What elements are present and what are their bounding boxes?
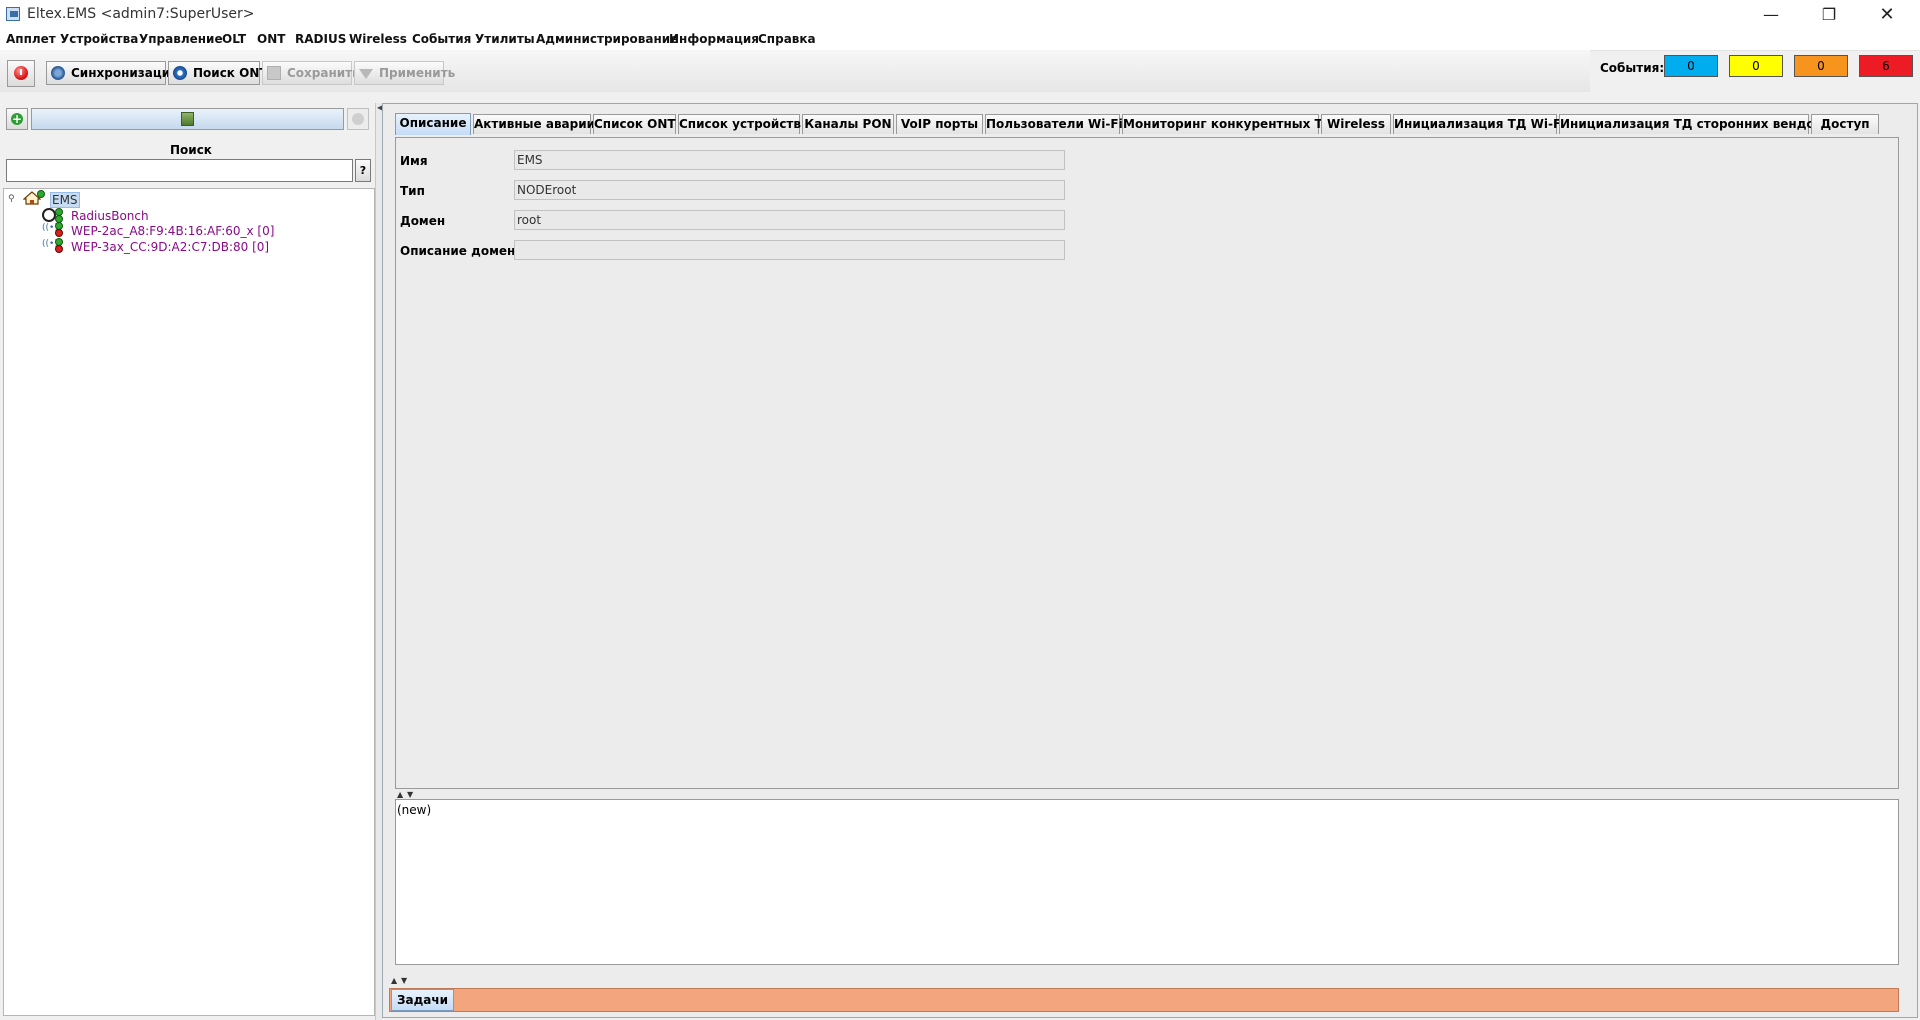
events-label: События: <box>1600 61 1665 75</box>
menu-utilities[interactable]: Утилиты <box>475 32 535 46</box>
menu-applet[interactable]: Апплет <box>6 32 56 46</box>
tree-item-wep-2ac[interactable]: WEP-2ac_A8:F9:4B:16:AF:60_x [0] <box>71 224 274 238</box>
tab-wifi-users[interactable]: Пользователи Wi-Fi <box>985 114 1123 134</box>
status-ok-icon <box>37 190 45 198</box>
domain-label: Домен <box>400 214 446 228</box>
save-label: Сохранить <box>287 66 360 80</box>
expand-down-icon[interactable]: ▼ <box>407 791 413 799</box>
server-icon <box>181 112 194 126</box>
domain-description-field[interactable] <box>514 240 1065 260</box>
event-badge-major[interactable]: 0 <box>1794 55 1848 77</box>
app-icon <box>6 7 20 21</box>
domain-field[interactable]: root <box>514 210 1065 230</box>
tab-pon-channels[interactable]: Каналы PON <box>802 114 894 134</box>
sync-label: Синхронизация <box>71 66 178 80</box>
expand-up-icon[interactable]: ▲ <box>397 791 403 799</box>
menu-wireless[interactable]: Wireless <box>349 32 407 46</box>
menu-bar: Апплет Устройства Управление OLT ONT RAD… <box>0 29 1920 51</box>
close-button[interactable]: ✕ <box>1858 0 1916 29</box>
event-badge-info[interactable]: 0 <box>1664 55 1718 77</box>
add-button[interactable]: + <box>6 108 28 130</box>
event-badge-warning[interactable]: 0 <box>1729 55 1783 77</box>
tab-ont-list[interactable]: Список ONT <box>593 114 676 134</box>
tab-wireless[interactable]: Wireless <box>1321 114 1391 134</box>
sync-icon <box>51 66 65 80</box>
apply-icon <box>359 69 373 79</box>
tab-description[interactable]: Описание <box>395 113 471 135</box>
server-button[interactable] <box>31 108 344 130</box>
vertical-splitter[interactable]: ▲ ▼ <box>389 977 1899 985</box>
tab-tasks[interactable]: Задачи <box>391 989 454 1011</box>
search-ont-button[interactable]: Поиск ONT <box>168 61 268 85</box>
alarm-icon <box>14 66 28 80</box>
tree-item-wep-3ax[interactable]: WEP-3ax_CC:9D:A2:C7:DB:80 [0] <box>71 240 269 254</box>
tree-expand-icon[interactable]: ⚲ <box>8 195 16 204</box>
tab-voip-ports[interactable]: VoIP порты <box>896 114 983 134</box>
type-field[interactable]: NODEroot <box>514 180 1065 200</box>
save-button[interactable]: Сохранить <box>262 61 360 85</box>
event-badge-critical[interactable]: 6 <box>1859 55 1913 77</box>
remove-button[interactable] <box>347 108 369 130</box>
minimize-button[interactable]: — <box>1742 0 1800 29</box>
vertical-splitter[interactable]: ▲ ▼ <box>395 791 1899 799</box>
description-panel: Имя EMS Тип NODEroot Домен root Описание… <box>395 137 1899 789</box>
search-icon <box>173 66 187 80</box>
search-input[interactable] <box>6 159 353 182</box>
minus-icon <box>352 113 364 125</box>
window-title: Eltex.EMS <admin7:SuperUser> <box>27 6 255 22</box>
status-alarm-icon <box>55 229 63 237</box>
tab-access[interactable]: Доступ <box>1811 114 1879 134</box>
alarm-button[interactable] <box>7 60 35 87</box>
menu-control[interactable]: Управление <box>139 32 223 46</box>
tab-device-list[interactable]: Список устройств <box>678 114 801 134</box>
tasks-bar <box>389 988 1899 1012</box>
status-alarm-icon <box>55 245 63 253</box>
expand-up-icon[interactable]: ▲ <box>391 977 397 985</box>
tab-active-alarms[interactable]: Активные аварии <box>473 114 595 134</box>
title-bar: Eltex.EMS <admin7:SuperUser> — ❐ ✕ <box>0 0 1920 29</box>
tab-wifi-ap-init[interactable]: Инициализация ТД Wi-Fi <box>1393 114 1565 134</box>
search-help-button[interactable]: ? <box>355 159 371 182</box>
tree-root-ems[interactable]: EMS <box>50 192 80 208</box>
domain-description-label: Описание домена <box>400 244 524 258</box>
menu-information[interactable]: Информация <box>669 32 759 46</box>
device-tree[interactable]: ⚲ EMS RadiusBonch ((•)) WEP-2ac_A8:F9:4B… <box>3 188 375 1016</box>
sync-button[interactable]: Синхронизация <box>46 61 178 85</box>
menu-radius[interactable]: RADIUS <box>295 32 346 46</box>
menu-help[interactable]: Справка <box>758 32 816 46</box>
name-label: Имя <box>400 154 428 168</box>
menu-devices[interactable]: Устройства <box>60 32 138 46</box>
maximize-button[interactable]: ❐ <box>1800 0 1858 29</box>
save-icon <box>267 66 281 80</box>
menu-events[interactable]: События <box>412 32 471 46</box>
tab-third-party-ap-init[interactable]: Инициализация ТД сторонних вендоров <box>1559 114 1839 134</box>
apply-label: Применить <box>379 66 456 80</box>
apply-button[interactable]: Применить <box>354 61 455 85</box>
menu-olt[interactable]: OLT <box>222 32 246 46</box>
tree-item-radiusbonch[interactable]: RadiusBonch <box>71 209 149 223</box>
expand-down-icon[interactable]: ▼ <box>401 977 407 985</box>
plus-icon: + <box>11 112 23 126</box>
name-field[interactable]: EMS <box>514 150 1065 170</box>
menu-ont[interactable]: ONT <box>257 32 285 46</box>
search-ont-label: Поиск ONT <box>193 66 268 80</box>
type-label: Тип <box>400 184 425 198</box>
tab-strip: Описание Активные аварии Список ONT Спис… <box>391 113 1901 136</box>
radius-server-icon <box>42 208 56 222</box>
menu-administration[interactable]: Администрирование <box>536 32 678 46</box>
log-text-area[interactable]: (new) <box>395 799 1899 965</box>
search-label: Поиск <box>170 143 212 157</box>
tab-competitor-ap-monitoring[interactable]: Мониторинг конкурентных ТД <box>1122 114 1333 134</box>
